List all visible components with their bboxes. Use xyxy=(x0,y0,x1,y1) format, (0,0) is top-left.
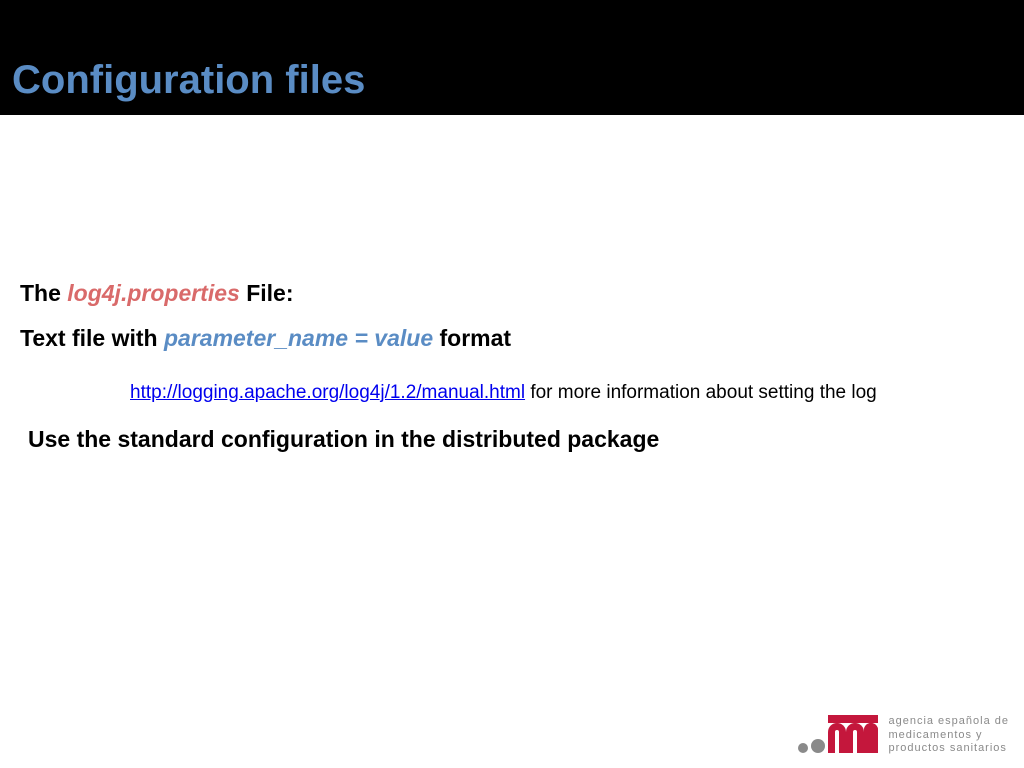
line-log4j-file: The log4j.properties File: xyxy=(20,280,1004,307)
slide-title: Configuration files xyxy=(12,58,365,103)
text-parameter-name-value: parameter_name = value xyxy=(164,325,433,351)
text-file: File: xyxy=(240,280,294,306)
logo-text-line1: agencia española de xyxy=(888,715,1009,729)
text-log4j-properties: log4j.properties xyxy=(67,280,240,306)
slide-header: Configuration files xyxy=(0,0,1024,115)
logo-text-line2: medicamentos y xyxy=(888,729,1009,743)
line-text-file-format: Text file with parameter_name = value fo… xyxy=(20,325,1004,352)
log4j-manual-link[interactable]: http://logging.apache.org/log4j/1.2/manu… xyxy=(130,382,525,403)
text-textfile-with: Text file with xyxy=(20,325,164,351)
logo-text-line3: productos sanitarios xyxy=(888,742,1009,756)
line-use-standard-config: Use the standard configuration in the di… xyxy=(28,426,1004,453)
text-format: format xyxy=(433,325,511,351)
footer-logo: agencia española de medicamentos y produ… xyxy=(798,715,1009,756)
aemps-logo-text: agencia española de medicamentos y produ… xyxy=(888,715,1009,756)
slide-body: The log4j.properties File: Text file wit… xyxy=(0,115,1024,453)
line-manual-link: http://logging.apache.org/log4j/1.2/manu… xyxy=(130,382,1004,404)
aemps-logo-icon xyxy=(798,717,878,753)
text-more-info: for more information about setting the l… xyxy=(525,382,877,403)
text-the: The xyxy=(20,280,67,306)
